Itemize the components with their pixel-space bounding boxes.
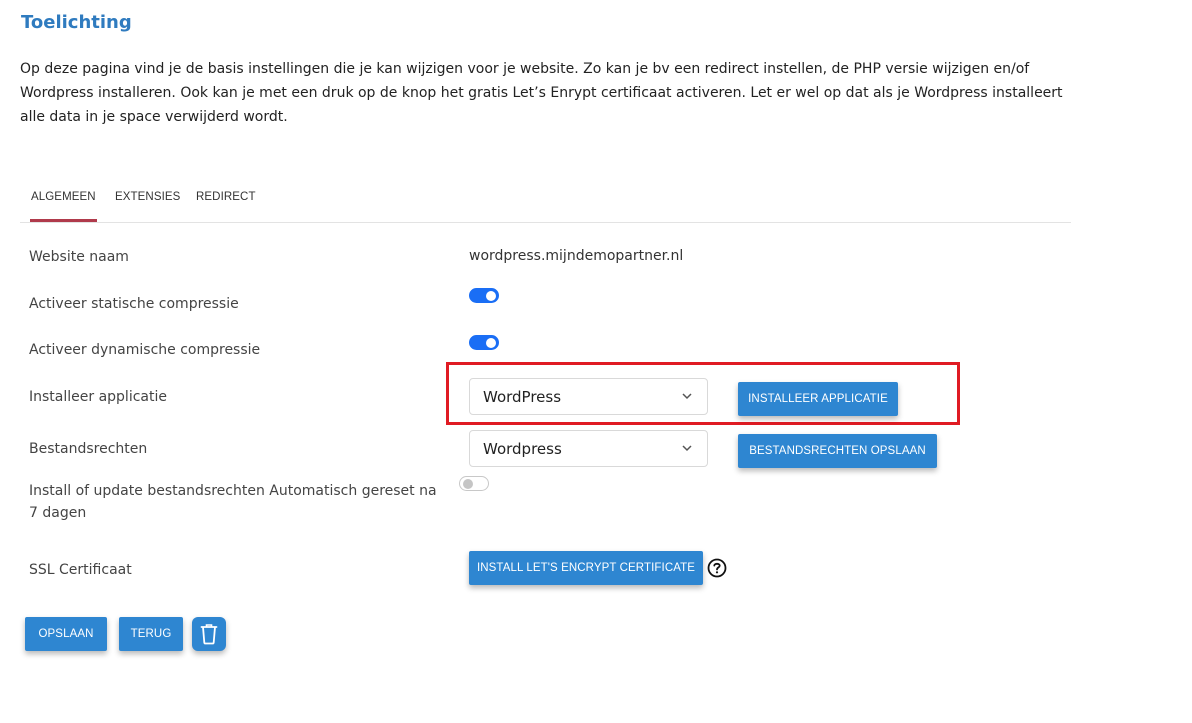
back-button[interactable]: TERUG (119, 617, 183, 651)
website-name-label: Website naam (29, 249, 129, 265)
auto-reset-toggle[interactable] (459, 476, 489, 491)
toggle-knob (463, 478, 473, 489)
question-circle-icon[interactable] (707, 558, 727, 578)
auto-reset-label: Install of update bestandsrechten Automa… (29, 483, 437, 521)
install-app-button[interactable]: INSTALLEER APPLICATIE (738, 382, 898, 416)
file-permissions-label: Bestandsrechten (29, 441, 148, 457)
save-file-permissions-button[interactable]: BESTANDSRECHTEN OPSLAAN (738, 434, 937, 468)
website-name-value: wordpress.mijndemopartner.nl (469, 248, 684, 264)
install-app-label: Installeer applicatie (29, 389, 167, 405)
dynamic-compression-label: Activeer dynamische compressie (29, 342, 261, 358)
file-permissions-select[interactable]: Wordpress (469, 430, 708, 467)
toggle-knob (486, 290, 496, 301)
static-compression-label: Activeer statische compressie (29, 296, 239, 312)
dynamic-compression-toggle[interactable] (469, 335, 499, 350)
tab-extensies[interactable]: EXTENSIES (115, 191, 180, 203)
tab-bar: ALGEMEEN EXTENSIES REDIRECT (20, 180, 1071, 223)
install-app-select[interactable]: WordPress (469, 378, 708, 415)
chevron-down-icon (682, 445, 692, 452)
trash-icon (200, 624, 218, 645)
chevron-down-icon (682, 393, 692, 400)
intro-text: Op deze pagina vind je de basis instelli… (20, 61, 1063, 125)
save-button[interactable]: OPSLAAN (25, 617, 107, 651)
toggle-knob (486, 337, 496, 348)
static-compression-toggle[interactable] (469, 288, 499, 303)
file-permissions-selected: Wordpress (483, 440, 562, 458)
install-ssl-button[interactable]: INSTALL LET'S ENCRYPT CERTIFICATE (469, 551, 703, 585)
tab-algemeen[interactable]: ALGEMEEN (30, 191, 97, 222)
install-app-selected: WordPress (483, 388, 562, 406)
delete-button[interactable] (192, 617, 226, 651)
page-title: Toelichting (21, 12, 132, 33)
ssl-label: SSL Certificaat (29, 562, 132, 578)
tab-redirect[interactable]: REDIRECT (196, 191, 256, 203)
